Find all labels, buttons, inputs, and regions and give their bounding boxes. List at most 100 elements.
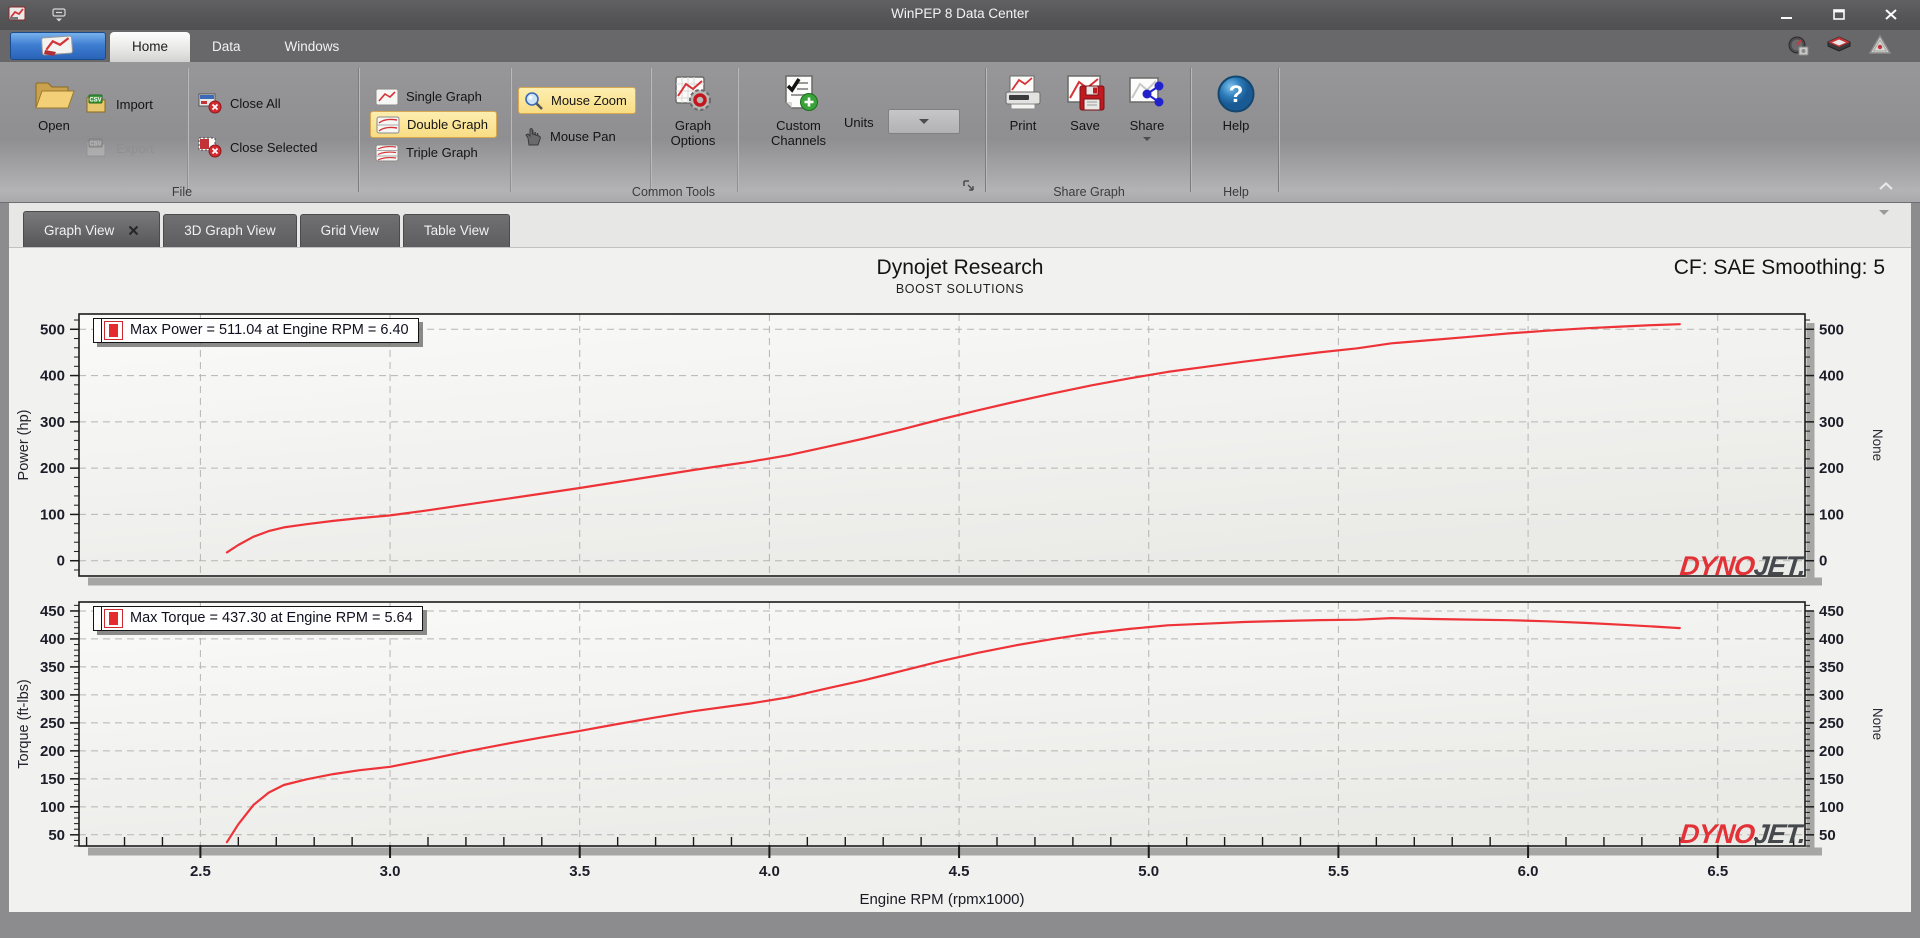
winpep-window: WinPEP 8 Data Center Home Data Windows O… [0, 0, 1920, 938]
svg-text:300: 300 [40, 687, 65, 704]
watermark-jet: JET. [1752, 819, 1807, 849]
mouse-pan-icon [525, 128, 541, 146]
print-icon [1005, 75, 1041, 110]
svg-text:100: 100 [1819, 506, 1844, 523]
svg-text:500: 500 [1819, 321, 1844, 338]
import-csv-icon: CSV [86, 94, 106, 113]
close-selected-icon [198, 137, 222, 158]
warning-triangle-icon[interactable] [1868, 34, 1892, 61]
svg-text:6.5: 6.5 [1707, 863, 1728, 880]
tab-3d-graph-view[interactable]: 3D Graph View [163, 214, 297, 247]
ribbon-group-help: ? Help Help [1193, 62, 1279, 202]
svg-text:CSV: CSV [89, 142, 101, 148]
svg-text:350: 350 [1819, 659, 1844, 676]
svg-text:300: 300 [40, 414, 65, 431]
watermark-dyno: DYNO [1678, 819, 1756, 849]
group-caption-share-graph: Share Graph [1053, 185, 1125, 199]
title-bar: WinPEP 8 Data Center [0, 0, 1920, 30]
svg-text:4.0: 4.0 [759, 863, 780, 880]
units-dropdown[interactable] [888, 109, 960, 134]
close-all-icon [198, 93, 222, 114]
power-legend[interactable]: Max Power = 511.04 at Engine RPM = 6.40 [93, 318, 419, 343]
run-subtitle: BOOST SOLUTIONS [895, 282, 1025, 296]
tab-close-icon[interactable] [128, 225, 139, 236]
double-graph-button[interactable]: Double Graph [370, 111, 497, 138]
svg-text:400: 400 [1819, 631, 1844, 648]
power-series-swatch [104, 321, 123, 340]
ribbon-group-common-tools: Single Graph Double Graph Triple Graph M… [362, 62, 985, 202]
group-caption-file: File [171, 185, 193, 199]
torque-legend[interactable]: Max Torque = 437.30 at Engine RPM = 5.64 [93, 606, 423, 631]
units-label: Units [844, 115, 874, 130]
close-all-button[interactable]: Close All [197, 92, 281, 114]
svg-text:400: 400 [40, 368, 65, 385]
watermark-jet: JET. [1752, 551, 1807, 581]
tab-table-view[interactable]: Table View [402, 214, 510, 247]
tab-list-dropdown-icon[interactable] [1879, 210, 1889, 233]
dyno-module-icon[interactable] [1826, 34, 1852, 61]
mouse-pan-button[interactable]: Mouse Pan [518, 123, 624, 150]
svg-text:2.5: 2.5 [190, 863, 211, 880]
tab-graph-view[interactable]: Graph View [23, 211, 161, 247]
application-menu-button[interactable] [10, 32, 106, 60]
collapse-ribbon-chevron[interactable] [1878, 178, 1894, 196]
x-axis-label: Engine RPM (rpmx1000) [859, 891, 1024, 908]
group-caption-help: Help [1223, 185, 1249, 199]
export-button[interactable]: CSV Export [85, 138, 154, 158]
device-gauge-icon[interactable] [1786, 34, 1810, 61]
svg-text:0: 0 [57, 553, 65, 570]
open-button[interactable]: Open [22, 70, 86, 133]
close-button[interactable] [1876, 4, 1906, 25]
window-title: WinPEP 8 Data Center [891, 6, 1029, 21]
custom-channels-button[interactable]: Custom Channels [742, 70, 855, 148]
svg-text:250: 250 [40, 715, 65, 732]
graph-options-icon [675, 76, 711, 111]
single-graph-icon [375, 88, 399, 105]
graph-options-button[interactable]: Graph Options [655, 70, 731, 148]
winpep-logo-icon [41, 35, 73, 56]
power-chart: 0 0 100 100 200 200 300 300 400 400 500 500 Power (h… [9, 304, 1911, 594]
svg-text:100: 100 [40, 799, 65, 816]
single-graph-button[interactable]: Single Graph [370, 83, 490, 110]
ribbon-group-file: Open CSV Import CSV Export Close All Clo… [6, 62, 358, 202]
maximize-button[interactable] [1824, 4, 1854, 25]
dynojet-watermark: DYNOJET. [1678, 551, 1806, 582]
y-axis-label-right: None [1870, 708, 1885, 740]
share-button[interactable]: Share [1118, 70, 1176, 141]
svg-text:100: 100 [1819, 799, 1844, 816]
power-legend-text: Max Power = 511.04 at Engine RPM = 6.40 [130, 322, 409, 338]
graph-view-panel: Dynojet Research BOOST SOLUTIONS CF: SAE… [9, 247, 1911, 912]
save-icon [1067, 75, 1105, 111]
svg-text:450: 450 [40, 603, 65, 620]
svg-text:3.5: 3.5 [569, 863, 590, 880]
export-csv-icon: CSV [86, 138, 106, 157]
svg-text:300: 300 [1819, 687, 1844, 704]
triple-graph-button[interactable]: Triple Graph [370, 139, 486, 166]
svg-text:50: 50 [48, 827, 65, 844]
save-button[interactable]: Save [1056, 70, 1114, 133]
minimize-button[interactable] [1772, 4, 1802, 25]
svg-text:400: 400 [40, 631, 65, 648]
close-selected-button[interactable]: Close Selected [197, 136, 317, 158]
tab-grid-view[interactable]: Grid View [299, 214, 400, 247]
y-axis-label: Power (hp) [16, 410, 32, 481]
power-chart-canvas: 0 0 100 100 200 200 300 300 400 400 500 500 Power (h… [16, 313, 1885, 586]
import-button[interactable]: CSV Import [85, 94, 153, 114]
run-title: Dynojet Research [876, 256, 1044, 279]
print-button[interactable]: Print [994, 70, 1052, 133]
view-tab-strip: Graph View 3D Graph View Grid View Table… [9, 203, 1911, 247]
share-dropdown-caret [1143, 137, 1151, 141]
torque-legend-text: Max Torque = 437.30 at Engine RPM = 5.64 [130, 610, 413, 626]
double-graph-icon [376, 116, 400, 133]
ribbon-tab-home[interactable]: Home [110, 32, 191, 62]
help-button[interactable]: ? Help [1206, 70, 1266, 133]
open-folder-icon [35, 82, 75, 109]
ribbon-tab-windows[interactable]: Windows [263, 32, 362, 62]
chart-header: Dynojet Research BOOST SOLUTIONS CF: SAE… [9, 248, 1911, 304]
svg-text:150: 150 [1819, 771, 1844, 788]
ribbon-tab-data[interactable]: Data [190, 32, 263, 62]
svg-text:200: 200 [40, 460, 65, 477]
svg-text:350: 350 [40, 659, 65, 676]
workspace: Graph View 3D Graph View Grid View Table… [9, 203, 1911, 912]
mouse-zoom-button[interactable]: Mouse Zoom [518, 87, 636, 114]
